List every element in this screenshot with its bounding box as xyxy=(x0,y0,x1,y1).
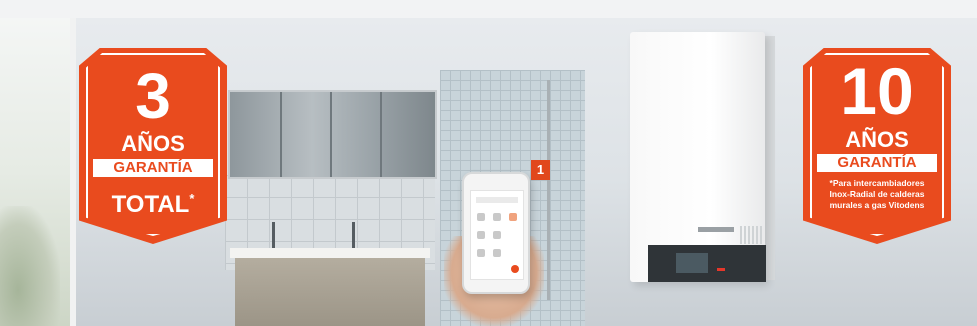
badge-years: AÑOS xyxy=(845,127,909,152)
mirror-divider xyxy=(280,92,282,177)
badge-guarantee-label: GARANTÍA xyxy=(93,159,213,177)
mirror-divider xyxy=(330,92,332,177)
badge-scope: TOTAL* xyxy=(111,191,195,218)
tree-outside xyxy=(0,206,60,326)
badge-guarantee-label: GARANTÍA xyxy=(817,154,937,172)
app-tile-icon xyxy=(493,231,501,239)
faucet xyxy=(272,222,275,248)
warranty-badge-10-years: 10 AÑOS GARANTÍA *Para intercambiadores … xyxy=(803,48,951,244)
smartphone xyxy=(462,172,530,294)
badge-footnote: *Para intercambiadores Inox-Radial de ca… xyxy=(829,178,925,210)
sink-counter xyxy=(230,248,430,258)
warranty-badge-3-years: 3 AÑOS GARANTÍA TOTAL* xyxy=(79,48,227,244)
badge-number: 10 xyxy=(840,54,914,128)
app-tile-icon xyxy=(477,249,485,257)
app-action-icon xyxy=(511,265,519,273)
app-tile-icon xyxy=(509,213,517,221)
vanity-drawers xyxy=(235,258,425,326)
mirror-divider xyxy=(380,92,382,177)
badge-years: AÑOS xyxy=(121,131,185,156)
callout-marker: 1 xyxy=(531,160,550,180)
app-tile-icon xyxy=(477,213,485,221)
badge-number: 3 xyxy=(135,60,171,132)
app-tile-icon xyxy=(477,231,485,239)
boiler-logo xyxy=(698,227,734,232)
faucet xyxy=(352,222,355,248)
app-header xyxy=(476,197,518,203)
app-tile-icon xyxy=(493,249,501,257)
mirror-cabinet xyxy=(228,90,437,179)
app-tile-icon xyxy=(493,213,501,221)
app-screen xyxy=(470,190,524,280)
boiler-side xyxy=(765,36,775,280)
boiler-indicator xyxy=(717,268,725,271)
boiler-display xyxy=(676,253,708,273)
boiler-grille xyxy=(740,226,762,244)
shower-pipe xyxy=(547,80,550,300)
ceiling xyxy=(0,0,977,18)
window xyxy=(0,18,76,326)
